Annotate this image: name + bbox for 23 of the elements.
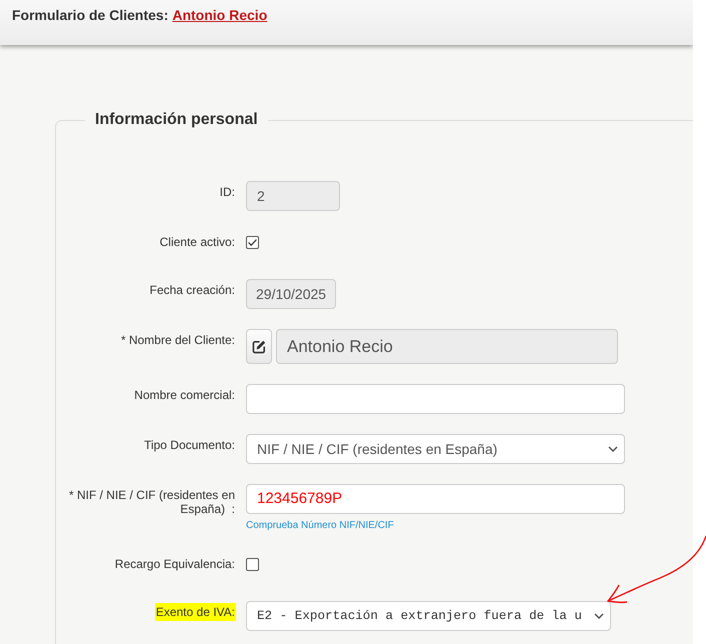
field-label: Cliente activo: [158, 234, 236, 251]
checkbox[interactable] [246, 236, 259, 249]
check-link[interactable]: Comprueba Número NIF/NIE/CIF [246, 519, 394, 533]
edit-button[interactable] [246, 329, 272, 364]
text-field[interactable] [246, 384, 625, 414]
field-label: Nombre comercial: [133, 387, 236, 404]
field-label: Tipo Documento: [143, 437, 236, 454]
field-label: * NIF / NIE / CIF (residentes en España) : [68, 487, 236, 518]
page-title: Formulario de Clientes: [12, 6, 168, 24]
chevron-icon [594, 613, 604, 619]
field-label: Fecha creación: [148, 282, 236, 299]
field-label: Recargo Equivalencia: [114, 556, 236, 573]
dropdown[interactable]: NIF / NIE / CIF (residentes en España) [246, 434, 625, 464]
edit-icon [252, 340, 266, 354]
section-title: Información personal [94, 110, 259, 130]
checkbox[interactable] [246, 558, 259, 571]
dropdown[interactable]: E2 - Exportación a extranjero fuera de la u [246, 601, 611, 631]
field-label: ID: [218, 184, 236, 201]
client-link[interactable]: Antonio Recio [172, 6, 268, 24]
text-field[interactable]: 123456789P [246, 484, 625, 514]
field-label: Exento de IVA: [154, 603, 236, 621]
chevron-icon [608, 446, 618, 452]
field-label: * Nombre del Cliente: [120, 332, 236, 349]
